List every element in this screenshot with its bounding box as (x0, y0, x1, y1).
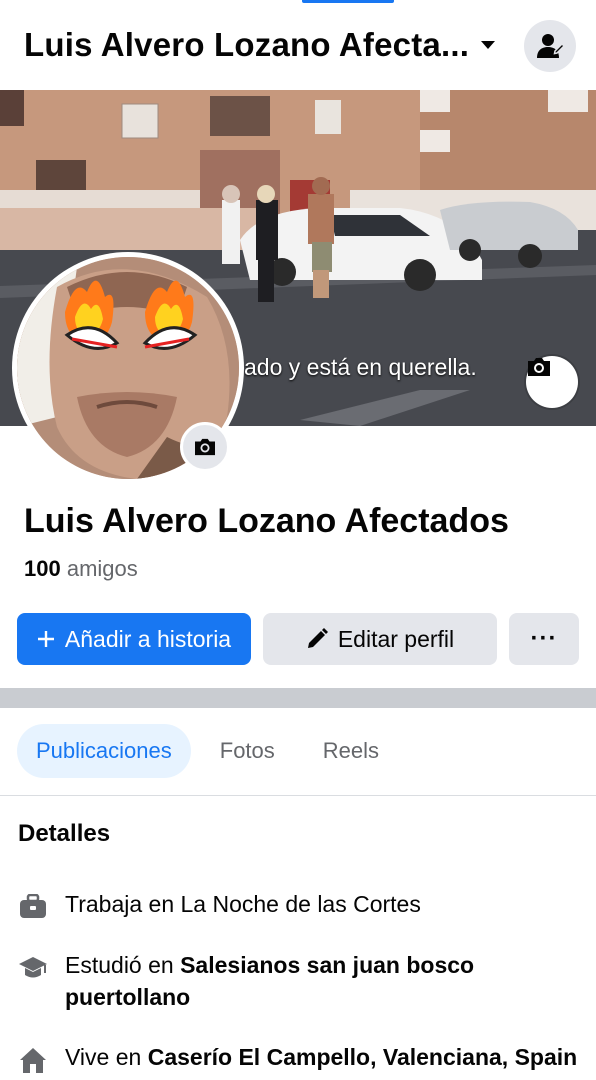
friends-count-number: 100 (24, 556, 61, 581)
home-icon (18, 1045, 48, 1075)
add-story-label: Añadir a historia (64, 625, 232, 652)
friends-count[interactable]: 100 amigos (24, 556, 138, 582)
user-switch-button[interactable] (524, 20, 576, 72)
detail-residence-label: Vive en (65, 1044, 148, 1070)
detail-work-label: Trabaja en La Noche de las Cortes (65, 891, 421, 917)
detail-education-text: Estudió en Salesianos san juan bosco pue… (65, 949, 588, 1013)
header-title[interactable]: Luis Alvero Lozano Afecta... (24, 26, 469, 64)
camera-icon (528, 358, 550, 376)
camera-icon (195, 438, 215, 456)
detail-residence-text: Vive en Caserío El Campello, Valenciana,… (65, 1041, 577, 1073)
tab-reels[interactable]: Reels (304, 724, 398, 778)
user-switch-icon (537, 34, 565, 58)
tab-fotos[interactable]: Fotos (201, 724, 294, 778)
edit-cover-button[interactable] (526, 356, 578, 408)
detail-education-label: Estudió en (65, 952, 181, 978)
tabs-divider (0, 795, 596, 796)
more-options-button[interactable]: ··· (509, 613, 579, 665)
edit-profile-label: Editar perfil (337, 625, 455, 652)
profile-actions: Añadir a historia Editar perfil ··· (17, 613, 579, 665)
profile-header: Luis Alvero Lozano Afecta... (0, 0, 596, 90)
detail-residence[interactable]: Vive en Caserío El Campello, Valenciana,… (18, 1041, 588, 1075)
section-divider (0, 688, 596, 708)
plus-icon (37, 630, 55, 648)
tab-publicaciones[interactable]: Publicaciones (17, 724, 191, 778)
detail-work[interactable]: Trabaja en La Noche de las Cortes (18, 888, 588, 922)
friends-count-label: amigos (66, 556, 138, 581)
details-heading: Detalles (18, 820, 111, 847)
edit-profile-button[interactable]: Editar perfil (263, 613, 497, 665)
pencil-icon (306, 628, 328, 650)
edit-profile-picture-button[interactable] (180, 422, 230, 472)
chevron-down-icon[interactable] (481, 41, 496, 49)
graduation-cap-icon (18, 953, 48, 983)
profile-name: Luis Alvero Lozano Afectados (24, 502, 509, 540)
profile-tabs: Publicaciones Fotos Reels (17, 724, 398, 778)
detail-residence-place: Caserío El Campello, Valenciana, Spain (147, 1044, 578, 1070)
detail-work-text: Trabaja en La Noche de las Cortes (65, 888, 421, 920)
cover-caption: ado y está en querella. (244, 354, 477, 380)
detail-education[interactable]: Estudió en Salesianos san juan bosco pue… (18, 949, 588, 1013)
briefcase-icon (18, 892, 48, 922)
add-story-button[interactable]: Añadir a historia (17, 613, 251, 665)
more-options-icon: ··· (530, 625, 558, 652)
